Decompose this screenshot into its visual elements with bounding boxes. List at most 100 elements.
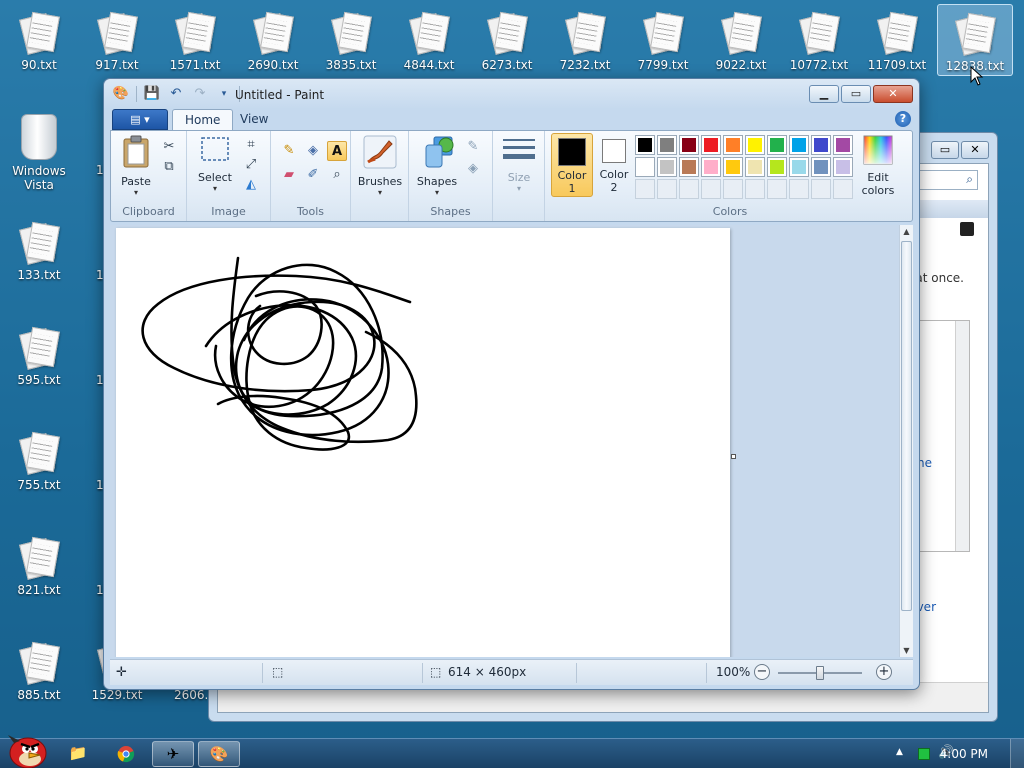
search-icon[interactable]: ⌕	[966, 172, 973, 187]
clock[interactable]: 4:00 PM	[940, 747, 988, 761]
close-button[interactable]: ✕	[873, 85, 913, 103]
resize-icon[interactable]: ⤢	[241, 155, 261, 175]
network-icon[interactable]	[918, 748, 930, 760]
desktop-icon-file[interactable]: 3835.txt	[313, 4, 389, 76]
desktop-icon-windows-vista[interactable]: Windows Vista	[1, 108, 77, 194]
scroll-down-icon[interactable]: ▼	[900, 646, 913, 655]
maximize-button[interactable]: ▭	[841, 85, 871, 103]
desktop-icon-file[interactable]: 885.txt	[1, 634, 77, 706]
zoom-slider[interactable]	[778, 666, 862, 680]
palette-color-swatch[interactable]	[811, 157, 831, 177]
paint-app-icon[interactable]: 🎨	[112, 85, 130, 103]
palette-color-swatch[interactable]	[833, 135, 853, 155]
palette-color-swatch[interactable]	[635, 135, 655, 155]
fill-shape-icon[interactable]: ◈	[463, 159, 483, 179]
pencil-icon[interactable]: ✎	[279, 141, 299, 161]
brushes-button[interactable]: Brushes ▾	[355, 135, 405, 198]
canvas-workspace[interactable]	[110, 225, 899, 657]
desktop-icon-file[interactable]: 595.txt	[1, 319, 77, 391]
desktop-icon-file[interactable]: 917.txt	[79, 4, 155, 76]
palette-color-swatch[interactable]	[833, 157, 853, 177]
redo-icon[interactable]: ↷	[191, 85, 209, 103]
edit-colors-button[interactable]: Edit colors	[855, 135, 901, 197]
taskbar-paint-running[interactable]: 🎨	[198, 741, 240, 767]
palette-custom-slot[interactable]	[701, 179, 721, 199]
maximize-button[interactable]: ▭	[931, 141, 959, 159]
desktop-icon-file[interactable]: 9022.txt	[703, 4, 779, 76]
desktop-icon-file[interactable]: 4844.txt	[391, 4, 467, 76]
palette-color-swatch[interactable]	[701, 135, 721, 155]
taskbar-chrome-icon[interactable]	[104, 741, 148, 767]
palette-color-swatch[interactable]	[789, 135, 809, 155]
minimize-button[interactable]: ▁	[809, 85, 839, 103]
shapes-button[interactable]: Shapes ▾	[413, 135, 461, 198]
desktop-icon-file[interactable]: 7232.txt	[547, 4, 623, 76]
palette-color-swatch[interactable]	[723, 135, 743, 155]
rotate-icon[interactable]: ◭	[241, 175, 261, 195]
palette-custom-slot[interactable]	[745, 179, 765, 199]
vertical-scrollbar[interactable]: ▲ ▼	[899, 225, 913, 657]
scroll-up-icon[interactable]: ▲	[900, 227, 913, 236]
fill-icon[interactable]: ◈	[303, 141, 323, 161]
tab-home[interactable]: Home	[172, 109, 234, 131]
select-button[interactable]: Select ▾	[193, 135, 237, 194]
start-button-angry-bird-icon[interactable]	[4, 731, 48, 768]
desktop-icon-file[interactable]: 2690.txt	[235, 4, 311, 76]
close-button[interactable]: ✕	[961, 141, 989, 159]
palette-custom-slot[interactable]	[723, 179, 743, 199]
color-picker-icon[interactable]: ✐	[303, 165, 323, 185]
palette-color-swatch[interactable]	[745, 157, 765, 177]
paste-button[interactable]: Paste ▾	[117, 135, 155, 198]
zoom-slider-thumb[interactable]	[816, 666, 824, 680]
palette-color-swatch[interactable]	[789, 157, 809, 177]
scrollbar-thumb[interactable]	[901, 241, 912, 611]
text-tool-icon[interactable]: A	[327, 141, 347, 161]
palette-custom-slot[interactable]	[767, 179, 787, 199]
desktop-icon-file[interactable]: 10772.txt	[781, 4, 857, 76]
palette-custom-slot[interactable]	[811, 179, 831, 199]
taskbar-app-running[interactable]: ✈	[152, 741, 194, 767]
customize-toolbar-icon[interactable]: ▾	[215, 85, 233, 103]
palette-color-swatch[interactable]	[723, 157, 743, 177]
palette-color-swatch[interactable]	[767, 157, 787, 177]
undo-icon[interactable]: ↶	[167, 85, 185, 103]
paint-menu-button[interactable]: ▤ ▾	[112, 109, 168, 130]
desktop-icon-file[interactable]: 1571.txt	[157, 4, 233, 76]
palette-color-swatch[interactable]	[811, 135, 831, 155]
color-2-button[interactable]: Color 2	[593, 133, 635, 197]
palette-color-swatch[interactable]	[679, 135, 699, 155]
paint-window[interactable]: 🎨 💾 ↶ ↷ ▾ Untitled - Paint ▁ ▭ ✕ ▤ ▾ Hom…	[103, 78, 920, 690]
palette-custom-slot[interactable]	[833, 179, 853, 199]
palette-custom-slot[interactable]	[789, 179, 809, 199]
desktop-icon-file[interactable]: 7799.txt	[625, 4, 701, 76]
crop-icon[interactable]: ⌗	[241, 135, 261, 155]
palette-color-swatch[interactable]	[767, 135, 787, 155]
list-scrollbar[interactable]	[955, 321, 969, 551]
palette-color-swatch[interactable]	[679, 157, 699, 177]
eraser-icon[interactable]: ▰	[279, 165, 299, 185]
copy-icon[interactable]: ⧉	[159, 157, 179, 177]
magnifier-icon[interactable]: ⌕	[327, 165, 347, 185]
desktop-icon-file[interactable]: 11709.txt	[859, 4, 935, 76]
palette-color-swatch[interactable]	[657, 135, 677, 155]
save-icon[interactable]: 💾	[143, 85, 161, 103]
palette-color-swatch[interactable]	[701, 157, 721, 177]
help-icon[interactable]: ?	[895, 111, 911, 127]
palette-custom-slot[interactable]	[679, 179, 699, 199]
desktop-icon-file[interactable]: 821.txt	[1, 529, 77, 601]
drawing-canvas[interactable]	[116, 228, 730, 657]
zoom-in-button[interactable]: +	[876, 664, 892, 680]
show-hidden-icons-icon[interactable]: ▲	[896, 747, 903, 757]
tab-view[interactable]: View	[228, 109, 280, 131]
palette-color-swatch[interactable]	[745, 135, 765, 155]
desktop-icon-file[interactable]: 6273.txt	[469, 4, 545, 76]
palette-custom-slot[interactable]	[635, 179, 655, 199]
outline-icon[interactable]: ✎	[463, 137, 483, 157]
zoom-out-button[interactable]: −	[754, 664, 770, 680]
color-1-button[interactable]: Color 1	[551, 133, 593, 197]
desktop-icon-file[interactable]: 90.txt	[1, 4, 77, 76]
cut-icon[interactable]: ✂	[159, 137, 179, 157]
palette-custom-slot[interactable]	[657, 179, 677, 199]
show-desktop-button[interactable]	[1010, 739, 1024, 768]
palette-color-swatch[interactable]	[635, 157, 655, 177]
